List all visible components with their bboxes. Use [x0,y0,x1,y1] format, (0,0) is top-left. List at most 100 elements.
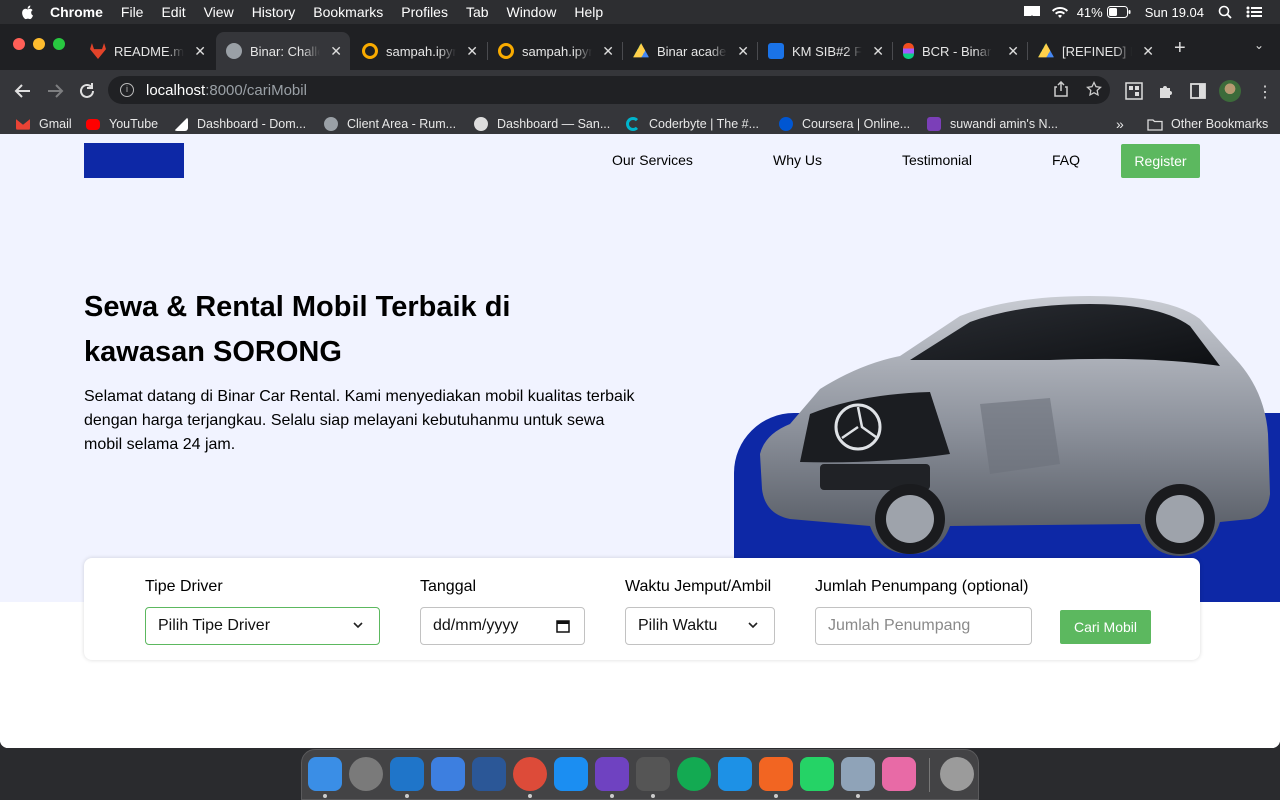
driver-type-select[interactable]: Pilih Tipe Driver [145,607,380,645]
menu-window[interactable]: Window [507,4,557,20]
other-bookmarks[interactable]: Other Bookmarks [1147,114,1268,134]
dock-separator [929,758,930,792]
chrome-menu-icon[interactable]: ⋮ [1256,82,1274,101]
github-icon [474,117,488,131]
close-tab-icon[interactable]: ✕ [1142,43,1154,60]
mongodb-compass-icon[interactable] [677,757,711,791]
tab-sampah-1[interactable]: sampah.ipynb ✕ [352,32,486,70]
site-info-icon[interactable]: i [120,83,134,97]
drive-icon [1038,43,1054,58]
github-desktop-icon[interactable] [595,757,629,791]
preview-icon[interactable] [841,757,875,791]
app-store-icon[interactable] [554,757,588,791]
close-tab-icon[interactable]: ✕ [194,43,206,60]
passenger-count-input[interactable]: Jumlah Penumpang [815,607,1032,645]
tab-search-chevron-icon[interactable]: ⌄ [1254,38,1264,52]
passenger-count-label: Jumlah Penumpang (optional) [815,578,1029,595]
apple-icon[interactable] [20,4,36,20]
bookmark-label: YouTube [109,117,159,131]
close-window-button[interactable] [13,38,25,50]
menu-view[interactable]: View [204,4,234,20]
qr-extension-icon[interactable] [1125,82,1143,100]
wifi-icon[interactable] [1051,5,1069,19]
sketch-icon[interactable] [759,757,793,791]
minimize-window-button[interactable] [33,38,45,50]
forward-button[interactable] [44,80,66,102]
bookmark-client-area[interactable]: Client Area - Rum... [324,114,456,134]
launchpad-icon[interactable] [349,757,383,791]
control-center-icon[interactable] [1246,6,1262,18]
cleanmymac-icon[interactable] [882,757,916,791]
close-tab-icon[interactable]: ✕ [872,43,884,60]
word-icon[interactable] [472,757,506,791]
nav-testimonial[interactable]: Testimonial [902,152,972,168]
chrome-icon[interactable] [513,757,547,791]
screen-mirroring-icon[interactable] [1023,5,1041,19]
app-menu-chrome[interactable]: Chrome [50,4,103,20]
tab-km-sib[interactable]: KM SIB#2 Fu ✕ [758,32,892,70]
tab-sampah-2[interactable]: sampah.ipynb ✕ [488,32,622,70]
menubar-clock[interactable]: Sun 19.04 [1145,5,1204,20]
docker-icon[interactable] [718,757,752,791]
colab-icon [362,43,378,59]
address-bar[interactable]: i localhost:8000/cariMobil [108,76,1110,104]
register-button[interactable]: Register [1121,144,1200,178]
tab-binar-challenge[interactable]: Binar: Challenge ✕ [216,32,350,70]
menu-profiles[interactable]: Profiles [401,4,448,20]
contact-icon [768,43,784,59]
reload-button[interactable] [76,80,98,102]
maximize-window-button[interactable] [53,38,65,50]
whatsapp-icon[interactable] [800,757,834,791]
spotlight-search-icon[interactable] [1218,5,1232,19]
vscode-icon[interactable] [390,757,424,791]
bookmark-dashboard-san[interactable]: Dashboard — San... [474,114,610,134]
extensions-puzzle-icon[interactable] [1157,82,1175,100]
tab-readme[interactable]: README.md ✕ [80,32,214,70]
bookmark-youtube[interactable]: YouTube [86,114,158,134]
profile-avatar[interactable] [1219,80,1241,102]
nav-our-services[interactable]: Our Services [612,152,693,168]
bookmarks-overflow-chevron-icon[interactable]: » [1116,114,1124,134]
date-input[interactable]: dd/mm/yyyy [420,607,585,645]
running-indicator [610,794,614,798]
close-tab-icon[interactable]: ✕ [466,43,478,60]
side-panel-icon[interactable] [1189,82,1207,100]
nav-faq[interactable]: FAQ [1052,152,1080,168]
bookmark-star-icon[interactable] [1086,81,1102,97]
new-tab-button[interactable]: + [1174,37,1186,60]
bookmark-gmail[interactable]: Gmail [16,114,72,134]
bookmark-dashboard-dom[interactable]: Dashboard - Dom... [174,114,306,134]
colab-icon [498,43,514,59]
menu-edit[interactable]: Edit [161,4,185,20]
xcode-icon[interactable] [431,757,465,791]
menu-file[interactable]: File [121,4,144,20]
close-tab-icon[interactable]: ✕ [1007,43,1019,60]
nav-why-us[interactable]: Why Us [773,152,822,168]
date-label: Tanggal [420,578,477,595]
bookmark-coursera[interactable]: Coursera | Online... [779,114,910,134]
calendar-icon[interactable] [556,619,570,633]
tableplus-icon[interactable] [636,757,670,791]
tab-binar-academy[interactable]: Binar academy ✕ [623,32,757,70]
bookmark-onenote[interactable]: suwandi amin's N... [927,114,1058,134]
site-logo[interactable] [84,143,184,178]
menu-tab[interactable]: Tab [466,4,489,20]
close-tab-icon[interactable]: ✕ [737,43,749,60]
tab-bcr-binar[interactable]: BCR - Binar ✕ [893,32,1027,70]
tab-refined[interactable]: [REFINED] F ✕ [1028,32,1162,70]
trash-icon[interactable] [940,757,974,791]
tab-title: sampah.ipynb [522,43,592,59]
menu-help[interactable]: Help [574,4,603,20]
pickup-time-select[interactable]: Pilih Waktu [625,607,775,645]
battery-icon[interactable] [1106,6,1131,18]
back-button[interactable] [12,80,34,102]
menu-history[interactable]: History [252,4,296,20]
search-cars-button[interactable]: Cari Mobil [1060,610,1151,644]
finder-icon[interactable] [308,757,342,791]
hero-description: Selamat datang di Binar Car Rental. Kami… [84,388,635,453]
bookmark-coderbyte[interactable]: Coderbyte | The #... [626,114,759,134]
menu-bookmarks[interactable]: Bookmarks [313,4,383,20]
close-tab-icon[interactable]: ✕ [330,43,342,60]
close-tab-icon[interactable]: ✕ [602,43,614,60]
share-icon[interactable] [1054,81,1068,97]
